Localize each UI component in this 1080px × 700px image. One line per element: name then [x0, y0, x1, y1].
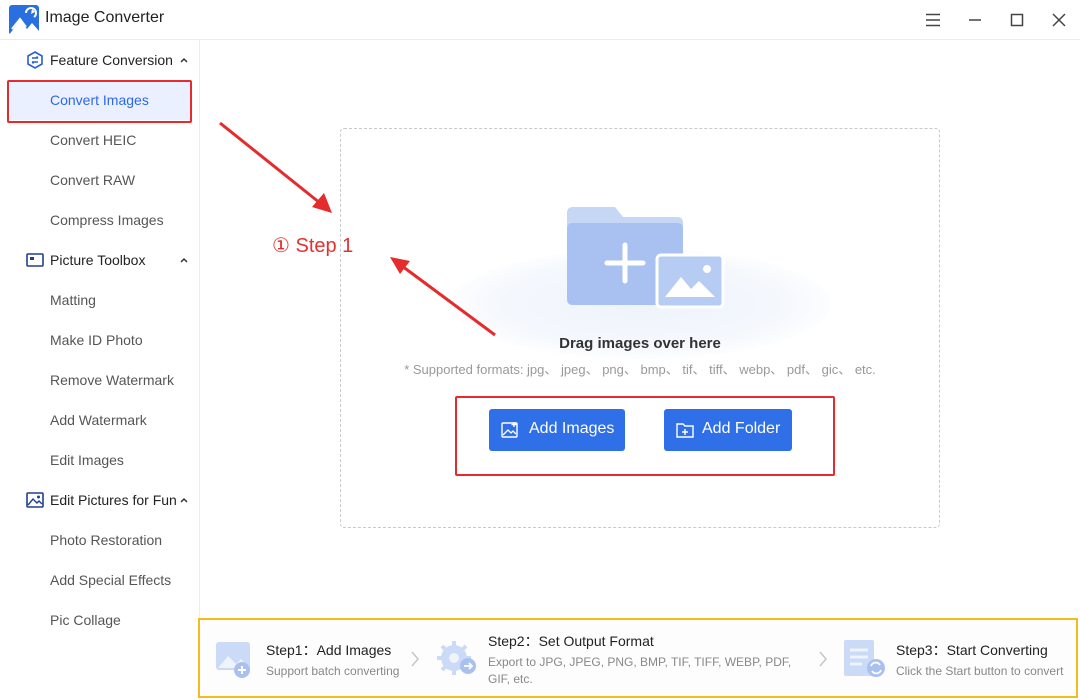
chevron-right-icon — [819, 651, 828, 667]
steps-guide-panel: Step1：Add Images Support batch convertin… — [198, 618, 1078, 698]
chevron-up-icon — [180, 257, 188, 263]
close-icon — [1052, 13, 1066, 27]
add-folder-icon — [676, 423, 694, 438]
minimize-icon — [969, 19, 981, 21]
sidebar-item-convert-images[interactable]: Convert Images — [10, 80, 190, 120]
menu-icon — [926, 13, 940, 27]
step1-title: Step1：Add Images — [266, 642, 392, 658]
sidebar-item-convert-raw[interactable]: Convert RAW — [10, 160, 190, 200]
add-folder-label: Add Folder — [702, 420, 781, 437]
sidebar-item-matting[interactable]: Matting — [10, 280, 190, 320]
sidebar-item-label: Make ID Photo — [50, 332, 143, 348]
add-image-icon — [501, 422, 518, 438]
section-edit-pictures-for-fun[interactable]: Edit Pictures for Fun — [0, 480, 200, 520]
section-picture-toolbox[interactable]: Picture Toolbox — [0, 240, 200, 280]
title-bar: Image Converter — [0, 0, 1080, 40]
supported-formats-text: * Supported formats: jpg、 jpeg、 png、 bmp… — [404, 362, 876, 377]
step3-title: Step3：Start Converting — [896, 642, 1048, 658]
sidebar-item-add-special-effects[interactable]: Add Special Effects — [10, 560, 190, 600]
add-images-step-icon — [216, 642, 250, 678]
settings-gear-step-icon — [437, 641, 476, 675]
sidebar-item-label: Add Special Effects — [50, 572, 172, 588]
sidebar-item-label: Remove Watermark — [50, 372, 174, 388]
add-images-label: Add Images — [529, 420, 615, 437]
sidebar-item-label: Photo Restoration — [50, 532, 163, 548]
step3-description: Click the Start button to convert — [896, 664, 1064, 678]
drag-hint-title: Drag images over here — [559, 335, 721, 352]
sidebar-item-label: Edit Images — [50, 452, 124, 468]
drop-zone[interactable]: Drag images over here * Supported format… — [340, 128, 940, 528]
maximize-button[interactable] — [1005, 8, 1029, 32]
sidebar-item-label: Matting — [50, 292, 96, 308]
toolbox-icon — [26, 253, 44, 267]
sidebar-item-photo-restoration[interactable]: Photo Restoration — [10, 520, 190, 560]
hexagon-swap-icon — [27, 51, 43, 69]
sidebar-item-label: Convert HEIC — [50, 132, 137, 148]
close-button[interactable] — [1047, 8, 1071, 32]
sidebar-item-label: Pic Collage — [50, 612, 121, 628]
add-images-button[interactable]: Add Images — [489, 409, 625, 451]
maximize-icon — [1010, 13, 1024, 27]
convert-document-step-icon — [844, 640, 885, 677]
chevron-up-icon — [180, 497, 188, 503]
picture-edit-icon — [26, 492, 44, 508]
folder-add-icon — [567, 207, 725, 309]
sidebar: Feature Conversion Convert Images Conver… — [0, 40, 200, 700]
section-label: Feature Conversion — [50, 52, 173, 68]
sidebar-item-remove-watermark[interactable]: Remove Watermark — [10, 360, 190, 400]
app-title: Image Converter — [45, 9, 165, 26]
section-label: Picture Toolbox — [50, 252, 146, 268]
menu-button[interactable] — [921, 8, 945, 32]
sidebar-item-make-id-photo[interactable]: Make ID Photo — [10, 320, 190, 360]
section-feature-conversion[interactable]: Feature Conversion — [0, 40, 200, 80]
sidebar-item-compress-images[interactable]: Compress Images — [10, 200, 190, 240]
sidebar-item-label: Convert RAW — [50, 172, 136, 188]
image-converter-logo-icon — [9, 5, 39, 35]
sidebar-item-label: Convert Images — [50, 92, 149, 108]
chevron-up-icon — [180, 57, 188, 63]
step1-annotation-label: ① Step 1 — [272, 235, 354, 257]
chevron-right-icon — [411, 651, 420, 667]
sidebar-item-edit-images[interactable]: Edit Images — [10, 440, 190, 480]
minimize-button[interactable] — [963, 8, 987, 32]
add-folder-button[interactable]: Add Folder — [664, 409, 792, 451]
sidebar-item-add-watermark[interactable]: Add Watermark — [10, 400, 190, 440]
section-label: Edit Pictures for Fun — [50, 492, 177, 508]
step1-description: Support batch converting — [266, 664, 400, 678]
sidebar-item-label: Compress Images — [50, 212, 164, 228]
sidebar-item-convert-heic[interactable]: Convert HEIC — [10, 120, 190, 160]
step2-description: Export to JPG, JPEG, PNG, BMP, TIF, TIFF… — [488, 655, 792, 686]
step2-title: Step2：Set Output Format — [488, 633, 654, 649]
sidebar-item-pic-collage[interactable]: Pic Collage — [10, 600, 190, 640]
sidebar-item-label: Add Watermark — [50, 412, 147, 428]
